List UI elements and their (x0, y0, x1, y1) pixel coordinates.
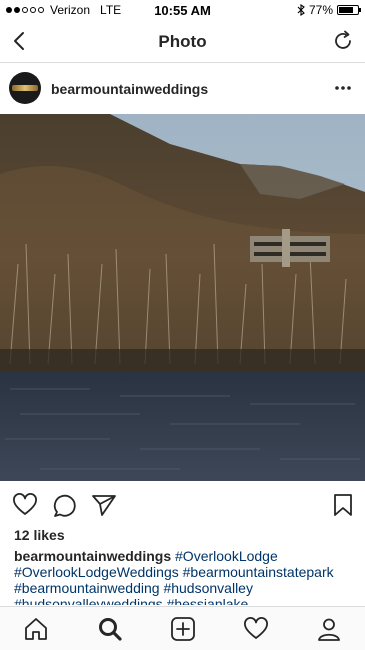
battery-level (339, 7, 353, 13)
avatar[interactable] (9, 72, 41, 104)
landscape-photo (0, 114, 365, 481)
profile-icon[interactable] (316, 616, 342, 642)
heart-icon[interactable] (12, 492, 38, 518)
post-caption: bearmountainweddings #OverlookLodge #Ove… (14, 548, 359, 605)
hashtag[interactable]: #OverlookLodge (175, 548, 278, 564)
bookmark-icon[interactable] (330, 492, 356, 518)
post-photo[interactable] (0, 114, 365, 481)
battery-percent: 77% (308, 3, 333, 17)
battery-icon (337, 5, 361, 15)
bluetooth-icon (297, 4, 305, 16)
send-icon[interactable] (91, 492, 117, 518)
hashtag[interactable]: #bearmountainwedding (14, 580, 160, 596)
home-icon[interactable] (23, 616, 49, 642)
comment-icon[interactable] (52, 492, 78, 518)
post-username[interactable]: bearmountainweddings (51, 81, 208, 97)
action-bar (0, 481, 365, 527)
tab-bar (0, 606, 365, 650)
search-icon[interactable] (97, 616, 123, 642)
post-header: bearmountainweddings (0, 64, 365, 114)
ellipsis-icon[interactable] (333, 80, 353, 96)
likes-count[interactable]: 12 likes (14, 527, 65, 543)
activity-icon[interactable] (243, 616, 269, 642)
status-right: 77% (297, 3, 361, 17)
hashtag[interactable]: #OverlookLodgeWeddings (14, 564, 179, 580)
refresh-icon[interactable] (331, 29, 355, 53)
hashtag[interactable]: #hudsonvalleyweddings (14, 596, 163, 605)
nav-bar: Photo (0, 20, 365, 63)
hashtag[interactable]: #hessianlake (167, 596, 249, 605)
page-title: Photo (158, 32, 207, 51)
hashtag[interactable]: #hudsonvalley (163, 580, 253, 596)
caption-username[interactable]: bearmountainweddings (14, 548, 171, 564)
hashtag[interactable]: #bearmountainstatepark (183, 564, 334, 580)
status-bar: Verizon LTE 10:55 AM 77% (0, 0, 365, 20)
add-icon[interactable] (170, 616, 196, 642)
